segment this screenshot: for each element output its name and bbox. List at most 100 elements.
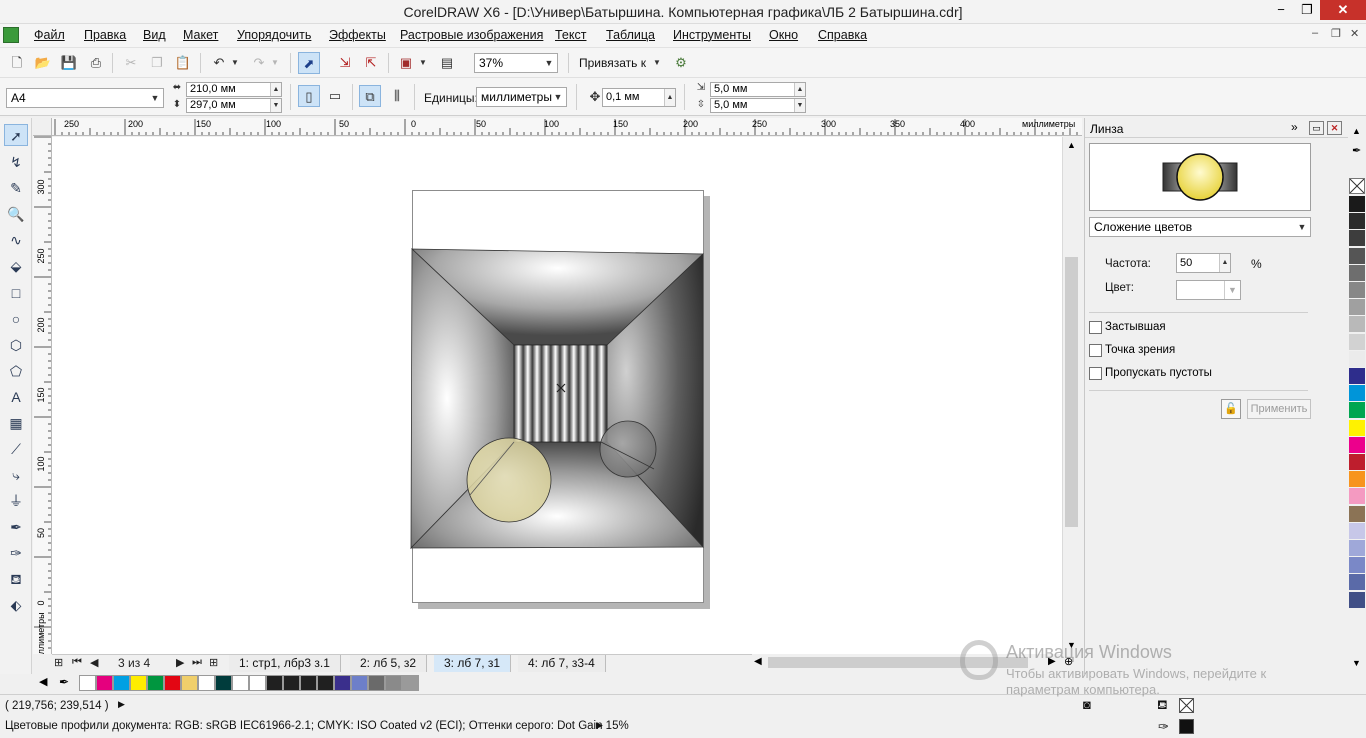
page-tab-3[interactable]: 3: лб 7, з1 xyxy=(434,655,512,672)
palette-eyedropper-icon[interactable]: ✒ xyxy=(1352,144,1361,157)
docker-minimize-button[interactable]: ▭ xyxy=(1309,121,1324,135)
export-icon[interactable]: ⇱ xyxy=(360,52,382,74)
page-tab-1[interactable]: 1: стр1, лбр3 з.1 xyxy=(229,655,341,672)
page-height-input[interactable]: 297,0 мм ▼ xyxy=(186,98,282,113)
document-color-swatch[interactable] xyxy=(130,675,147,691)
palette-color-swatch[interactable] xyxy=(1349,591,1365,609)
document-color-swatch[interactable] xyxy=(334,675,351,691)
outline-color-swatch[interactable] xyxy=(1179,719,1194,734)
palette-color-swatch[interactable] xyxy=(1349,299,1365,317)
document-color-swatch[interactable] xyxy=(147,675,164,691)
document-color-swatch[interactable] xyxy=(368,675,385,691)
docker-close-button[interactable]: ✕ xyxy=(1327,121,1342,135)
eyedropper-tool-icon[interactable]: ✒ xyxy=(4,516,28,538)
snap-dropdown-icon[interactable]: ▼ xyxy=(650,52,664,74)
basic-shapes-icon[interactable]: ⬠ xyxy=(4,360,28,382)
palette-color-swatch[interactable] xyxy=(1349,350,1365,368)
zoom-level-select[interactable]: 37% ▼ xyxy=(474,53,558,73)
expand-status-icon[interactable]: ▶ xyxy=(118,699,125,710)
spin-arrows-icon[interactable]: ▲ xyxy=(1219,254,1230,272)
freehand-tool-icon[interactable]: ∿ xyxy=(4,229,28,251)
yellow-lens-circle[interactable] xyxy=(466,437,552,523)
add-page-after-icon[interactable]: ⊞ xyxy=(209,656,218,669)
first-page-icon[interactable]: ⏮ xyxy=(72,656,82,669)
menu-file[interactable]: Файл xyxy=(34,28,65,42)
close-button[interactable]: ✕ xyxy=(1320,0,1366,20)
palette-color-swatch[interactable] xyxy=(1349,316,1365,334)
menu-view[interactable]: Вид xyxy=(143,28,166,42)
document-color-swatch[interactable] xyxy=(249,675,266,691)
no-fill-swatch[interactable] xyxy=(1179,698,1194,713)
no-color-swatch[interactable] xyxy=(1349,178,1365,194)
palette-color-swatch[interactable] xyxy=(1349,282,1365,299)
paste-icon[interactable]: 📋 xyxy=(172,52,194,74)
application-launcher-icon[interactable]: ▣ xyxy=(395,52,417,74)
portrait-orientation-icon[interactable]: ▯ xyxy=(298,85,320,107)
palette-color-swatch[interactable] xyxy=(1349,574,1365,592)
duplicate-y-input[interactable]: 5,0 мм ▼ xyxy=(710,98,806,113)
import-icon[interactable]: ⇲ xyxy=(334,52,356,74)
remove-face-checkbox[interactable] xyxy=(1089,367,1102,380)
connector-tool-icon[interactable]: ⤷ xyxy=(4,464,28,486)
document-color-swatch[interactable] xyxy=(351,675,368,691)
duplicate-x-input[interactable]: 5,0 мм ▲ xyxy=(710,82,806,97)
polygon-tool-icon[interactable]: ⬡ xyxy=(4,334,28,356)
palette-scroll-up-icon[interactable]: ▲ xyxy=(1352,126,1361,136)
vertical-ruler[interactable]: 300 250 200 150 100 50 0 миллиметры xyxy=(33,136,52,654)
document-color-swatch[interactable] xyxy=(96,675,113,691)
paper-size-select[interactable]: A4 ▼ xyxy=(6,88,164,108)
menu-help[interactable]: Справка xyxy=(818,28,867,42)
palette-color-swatch[interactable] xyxy=(1349,264,1365,282)
drawing-artwork[interactable] xyxy=(52,137,1062,654)
add-page-before-icon[interactable]: ⊞ xyxy=(54,656,63,669)
palette-color-swatch[interactable] xyxy=(1349,505,1365,523)
apply-button[interactable]: Применить xyxy=(1247,399,1311,419)
palette-scroll-left-icon[interactable]: ◀ xyxy=(39,675,47,688)
document-color-swatch[interactable] xyxy=(198,675,215,691)
ellipse-tool-icon[interactable]: ○ xyxy=(4,308,28,330)
frozen-checkbox[interactable] xyxy=(1089,321,1102,334)
redo-dropdown-icon[interactable]: ▼ xyxy=(268,52,282,74)
doc-restore-button[interactable]: ❐ xyxy=(1331,27,1341,40)
crop-tool-icon[interactable]: ✎ xyxy=(4,177,28,199)
document-color-swatch[interactable] xyxy=(181,675,198,691)
minimize-button[interactable]: − xyxy=(1268,0,1294,20)
copy-icon[interactable]: ❐ xyxy=(146,52,168,74)
smart-fill-icon[interactable]: ⬙ xyxy=(4,255,28,277)
gray-sphere[interactable] xyxy=(599,420,657,478)
maximize-button[interactable]: ❐ xyxy=(1294,0,1320,20)
landscape-orientation-icon[interactable]: ▭ xyxy=(324,85,346,107)
eyedropper-icon[interactable]: ✒ xyxy=(59,675,69,689)
fill-tool-icon[interactable]: ⛾ xyxy=(4,568,28,590)
rate-input[interactable]: 50 ▲ xyxy=(1176,253,1231,273)
menu-bitmaps[interactable]: Растровые изображения xyxy=(400,28,543,42)
palette-color-swatch[interactable] xyxy=(1349,488,1365,506)
vertical-scrollbar[interactable]: ▲ ▼ xyxy=(1062,137,1080,654)
doc-close-button[interactable]: ✕ xyxy=(1350,27,1359,40)
document-color-swatch[interactable] xyxy=(164,675,181,691)
palette-color-swatch[interactable] xyxy=(1349,333,1365,351)
undo-icon[interactable]: ↶ xyxy=(208,52,230,74)
menu-tools[interactable]: Инструменты xyxy=(673,28,751,42)
profiles-arrow-icon[interactable]: ▶ xyxy=(596,720,603,731)
palette-color-swatch[interactable] xyxy=(1349,213,1365,231)
palette-color-swatch[interactable] xyxy=(1349,385,1365,403)
scroll-up-icon[interactable]: ▲ xyxy=(1067,140,1076,150)
document-color-swatch[interactable] xyxy=(317,675,334,691)
lock-icon[interactable]: 🔓 xyxy=(1221,399,1241,419)
spin-arrows-icon[interactable]: ▲ xyxy=(794,83,805,96)
palette-color-swatch[interactable] xyxy=(1349,557,1365,575)
palette-color-swatch[interactable] xyxy=(1349,247,1365,265)
palette-color-swatch[interactable] xyxy=(1349,419,1365,437)
menu-arrange[interactable]: Упорядочить xyxy=(237,28,311,42)
lens-type-select[interactable]: Сложение цветов ▼ xyxy=(1089,217,1311,237)
viewpoint-checkbox[interactable] xyxy=(1089,344,1102,357)
spin-arrows-icon[interactable]: ▼ xyxy=(270,99,281,112)
color-profiles-info[interactable]: Цветовые профили документа: RGB: sRGB IE… xyxy=(5,720,629,732)
new-document-icon[interactable]: 🗋 xyxy=(6,52,28,74)
launcher-dropdown-icon[interactable]: ▼ xyxy=(416,52,430,74)
menu-window[interactable]: Окно xyxy=(769,28,798,42)
text-tool-icon[interactable]: A xyxy=(4,386,28,408)
undo-dropdown-icon[interactable]: ▼ xyxy=(228,52,242,74)
spin-arrows-icon[interactable]: ▲ xyxy=(270,83,281,96)
